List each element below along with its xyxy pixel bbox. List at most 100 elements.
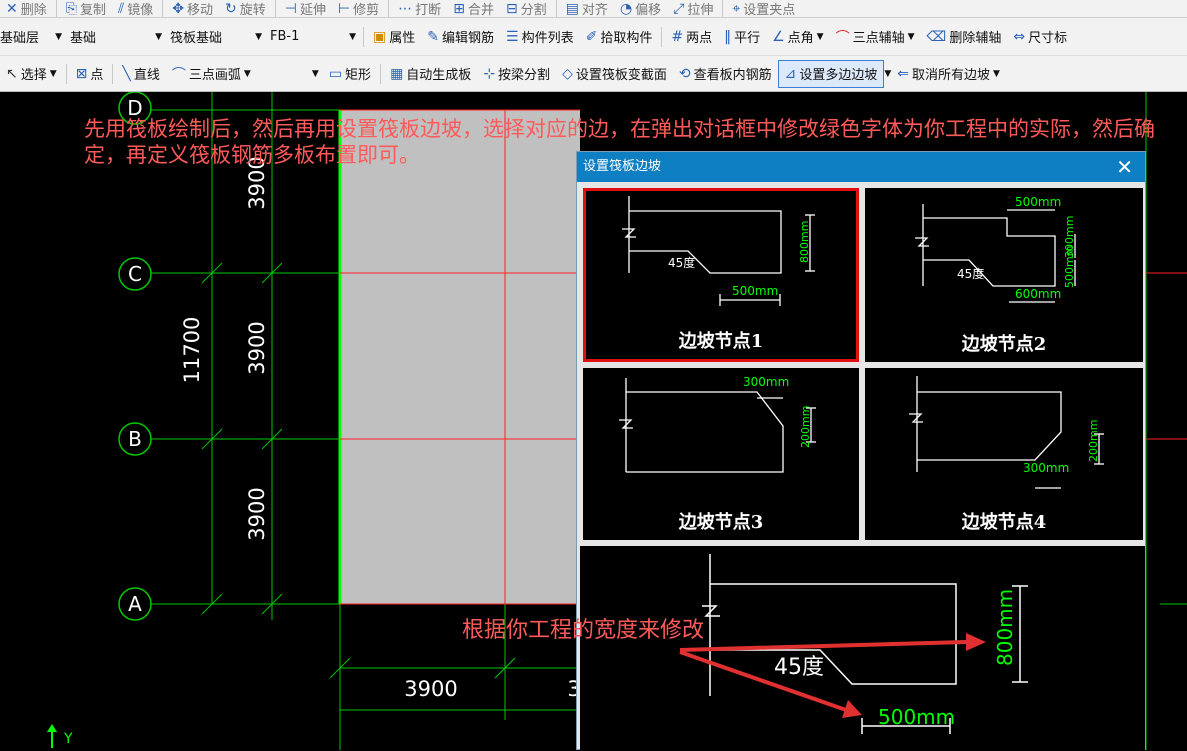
draw-mode-select[interactable]: ▼ — [261, 63, 319, 85]
set-multi-edge-slope-button[interactable]: ⊿ 设置多边边坡 — [777, 59, 885, 88]
grid-icon: ▦ — [390, 65, 404, 82]
point-icon: ⊠ — [75, 65, 88, 82]
copy-button[interactable]: ⎘ 复制 — [60, 0, 112, 18]
cancel-all-slopes-button[interactable]: ⇐ 取消所有边坡 ▼ — [891, 56, 1006, 91]
chevron-down-icon: ▼ — [816, 31, 824, 42]
cancel-slope-icon: ⇐ — [897, 65, 910, 82]
node-3-label: 边坡节点3 — [678, 512, 764, 533]
rectangle-button[interactable]: ▭ 矩形 — [323, 56, 377, 91]
set-raft-section-button[interactable]: ◇ 设置筏板变截面 — [556, 56, 673, 91]
axis-label-c: C — [128, 262, 142, 286]
view-slab-rebar-button[interactable]: ⟲ 查看板内钢筋 — [673, 56, 778, 91]
list-icon: ☰ — [506, 28, 519, 45]
chevron-down-icon: ▼ — [907, 31, 915, 42]
arc-icon: ⌒ — [171, 66, 186, 83]
slope-node-2[interactable]: 500mm 300mm 500mm 45度 600mm 边坡节点2 — [865, 188, 1143, 362]
three-point-axis-button[interactable]: ⌒ 三点辅轴 ▼ — [830, 18, 921, 55]
delete-axis-button[interactable]: ⌫ 删除辅轴 — [921, 18, 1008, 55]
move-button[interactable]: ✥ 移动 — [166, 0, 219, 18]
break-icon: ⋯ — [398, 0, 413, 17]
slope-preview-diagram: 45度 500mm 800mm — [702, 554, 1028, 734]
slope-node-3[interactable]: 300mm 200mm 边坡节点3 — [583, 368, 859, 540]
cursor-icon: ↖ — [6, 65, 18, 82]
axis-label-a: A — [128, 592, 142, 616]
two-point-axis-button[interactable]: # 两点 — [665, 18, 718, 55]
set-grip-button[interactable]: ⌖ 设置夹点 — [726, 0, 801, 18]
preview-angle: 45度 — [774, 655, 824, 680]
node-3-width: 300mm — [743, 375, 789, 389]
eyedropper-icon: ✐ — [585, 28, 598, 45]
split-by-beam-button[interactable]: ⊹ 按梁分割 — [477, 56, 556, 91]
node-1-height: 800mm — [798, 221, 811, 263]
properties-button[interactable]: ▣ 属性 — [367, 18, 421, 55]
arc-button[interactable]: ⌒ 三点画弧 ▼ — [166, 56, 257, 91]
slope-node-2-diagram: 500mm 300mm 500mm 45度 600mm — [915, 195, 1076, 303]
point-button[interactable]: ⊠ 点 — [70, 56, 110, 91]
dimension-bc: 3900 — [245, 321, 269, 374]
extend-icon: ⊣ — [284, 0, 297, 17]
slope-node-1-diagram: 45度 500mm 800mm — [622, 196, 815, 306]
node-1-width: 500mm — [732, 284, 778, 298]
stretch-icon: ⤢ — [673, 0, 685, 17]
chevron-down-icon[interactable]: ▼ — [884, 69, 891, 79]
line-button[interactable]: ╲ 直线 — [116, 56, 165, 91]
member-select[interactable]: FB-1 ▼ — [270, 26, 356, 48]
raft-section-icon: ◇ — [562, 65, 573, 82]
parallel-axis-button[interactable]: ‖ 平行 — [718, 18, 766, 55]
split-icon: ⊟ — [505, 0, 518, 17]
dimension-icon: ⇔ — [1013, 28, 1026, 45]
slope-node-3-diagram: 300mm 200mm — [619, 375, 816, 473]
offset-button[interactable]: ◔ 偏移 — [614, 0, 667, 18]
select-button[interactable]: ↖ 选择 ▼ — [0, 56, 63, 91]
eraser-icon: ⌫ — [926, 28, 947, 45]
chevron-down-icon: ▼ — [55, 31, 62, 42]
axis-label-b: B — [128, 427, 142, 451]
trim-button[interactable]: ⊢ 修剪 — [332, 0, 385, 18]
properties-icon: ▣ — [373, 28, 387, 45]
set-raft-slope-dialog: 设置筏板边坡 ✕ 45度 500mm 800mm 边坡节点1 500mm 300… — [576, 151, 1146, 751]
node-2-angle: 45度 — [957, 266, 984, 281]
auto-generate-slab-button[interactable]: ▦ 自动生成板 — [384, 56, 477, 91]
node-2-top-width: 500mm — [1015, 195, 1061, 209]
merge-icon: ⊞ — [453, 0, 465, 17]
edit-rebar-icon: ✎ — [427, 28, 439, 45]
point-angle-button[interactable]: ∠ 点角 ▼ — [766, 18, 830, 55]
chevron-down-icon: ▼ — [255, 31, 262, 42]
category-select[interactable]: 基础 ▼ — [70, 26, 162, 48]
stretch-button[interactable]: ⤢ 拉伸 — [667, 0, 719, 18]
split-button[interactable]: ⊟ 分割 — [500, 0, 553, 18]
slope-node-1[interactable]: 45度 500mm 800mm 边坡节点1 — [583, 188, 859, 362]
move-icon: ✥ — [172, 0, 184, 17]
slope-node-4[interactable]: 300mm 200mm 边坡节点4 — [865, 368, 1143, 540]
slope-icon: ⊿ — [784, 65, 797, 82]
slope-node-4-diagram: 300mm 200mm — [909, 376, 1104, 489]
grip-icon: ⌖ — [732, 0, 741, 17]
instruction-annotation: 先用筏板绘制后，然后再用设置筏板边坡，选择对应的边，在弹出对话框中修改绿色字体为… — [84, 117, 1155, 167]
chevron-down-icon: ▼ — [155, 31, 162, 42]
dimension-button[interactable]: ⇔ 尺寸标 — [1007, 18, 1073, 55]
mirror-icon: ⫽ — [117, 0, 125, 17]
node-1-angle: 45度 — [668, 255, 695, 270]
node-2-width: 600mm — [1015, 287, 1061, 301]
chevron-down-icon: ▼ — [311, 68, 319, 79]
component-list-button[interactable]: ☰ 构件列表 — [500, 18, 580, 55]
break-button[interactable]: ⋯ 打断 — [392, 0, 447, 18]
floor-select[interactable]: 基础层 ▼ — [0, 26, 62, 48]
edit-rebar-button[interactable]: ✎ 编辑钢筋 — [421, 18, 500, 55]
raft-slab[interactable] — [340, 110, 580, 604]
merge-button[interactable]: ⊞ 合并 — [447, 0, 500, 18]
extend-button[interactable]: ⊣ 延伸 — [279, 0, 332, 18]
preview-width: 500mm — [878, 705, 955, 729]
mirror-button[interactable]: ⫽ 镜像 — [112, 0, 159, 18]
rotate-button[interactable]: ↻ 旋转 — [219, 0, 272, 18]
rectangle-icon: ▭ — [328, 65, 343, 82]
three-point-icon: ⌒ — [835, 29, 850, 46]
view-rebar-icon: ⟲ — [678, 65, 691, 82]
split-beam-icon: ⊹ — [483, 65, 496, 82]
y-axis-label: Y — [63, 731, 73, 747]
align-button[interactable]: ▤ 对齐 — [560, 0, 614, 18]
type-select[interactable]: 筏板基础 ▼ — [170, 26, 262, 48]
pick-component-button[interactable]: ✐ 拾取构件 — [580, 18, 659, 55]
delete-icon: ✕ — [6, 0, 18, 17]
delete-button[interactable]: ✕ 删除 — [0, 0, 53, 18]
